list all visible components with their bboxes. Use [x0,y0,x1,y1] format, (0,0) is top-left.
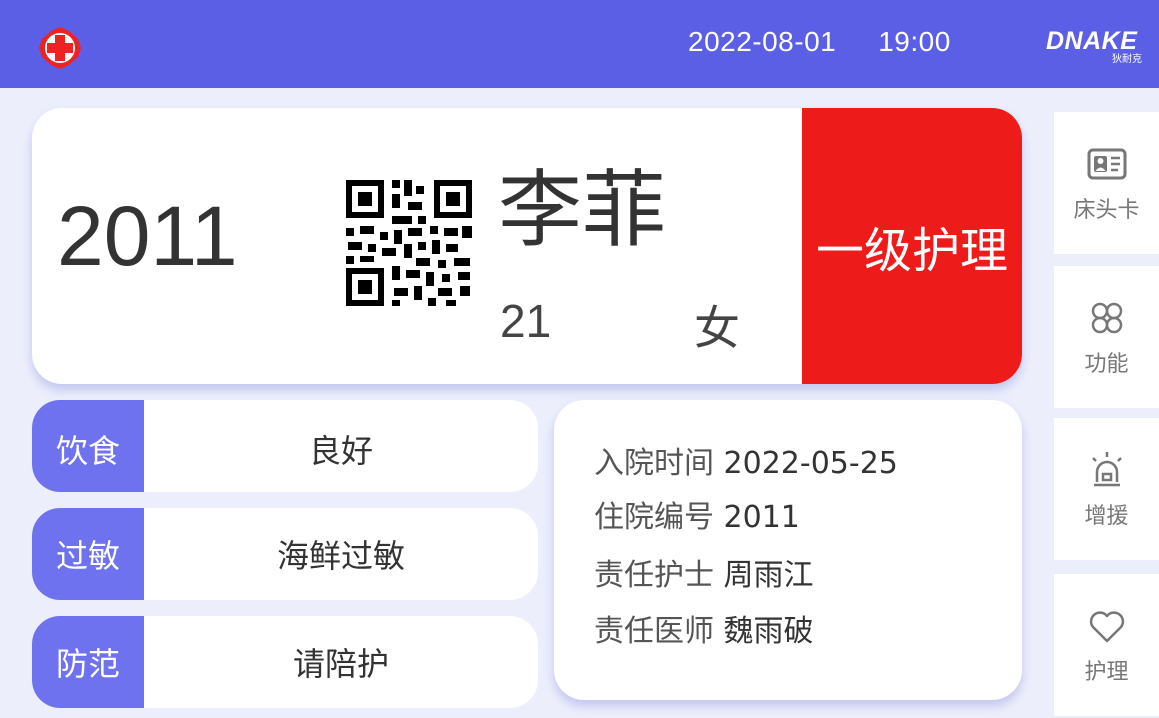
function-grid-icon [1091,302,1122,334]
record-number-line: 住院编号 2011 [594,492,800,536]
diet-row: 饮食 良好 [32,400,538,492]
red-cross-hospital-icon [39,27,81,69]
top-bar: 2022-08-01 19:00 DNAKE 狄耐克 [0,0,1159,88]
current-date: 2022-08-01 [688,26,837,57]
brand-logo: DNAKE 狄耐克 [1046,28,1146,66]
patient-gender: 女 [694,301,740,355]
responsible-doctor-line: 责任医师 魏雨破 [594,606,814,650]
record-number-label: 住院编号 [594,500,714,535]
side-nav-reinforcement[interactable]: 增援 [1054,418,1159,560]
responsible-doctor-value: 魏雨破 [723,614,814,649]
allergy-value: 海鲜过敏 [276,537,405,575]
responsible-nurse-line: 责任护士 周雨江 [594,550,814,594]
side-nav-nursing-label: 护理 [1084,660,1129,685]
brand-name: DNAKE [1046,27,1138,55]
admission-date-value: 2022-05-25 [723,446,898,481]
precaution-value: 请陪护 [292,645,389,683]
alarm-light-icon [1091,452,1122,487]
current-time: 19:00 [878,26,951,57]
patient-name: 李菲 [498,161,667,259]
patient-card: 2011 李菲 21 女 一级护理 [32,108,1022,384]
precaution-row: 防范 请陪护 [32,616,538,708]
admission-date-line: 入院时间 2022-05-25 [594,438,898,482]
diet-value: 良好 [308,432,373,470]
care-level-badge: 一级护理 [802,108,1022,384]
bed-number: 2011 [57,189,238,283]
qr-code-icon [342,176,476,310]
side-nav-bed-card-label: 床头卡 [1073,198,1140,223]
side-nav-nursing[interactable]: 护理 [1054,574,1159,716]
heart-icon [1089,611,1124,643]
side-nav-reinforcement-label: 增援 [1084,504,1129,529]
allergy-row: 过敏 海鲜过敏 [32,508,538,600]
brand-subtitle: 狄耐克 [1112,54,1142,65]
responsible-doctor-label: 责任医师 [594,614,714,649]
diet-label: 饮食 [32,400,144,492]
admission-date-label: 入院时间 [594,446,714,481]
side-nav-functions-label: 功能 [1084,352,1129,377]
precaution-label: 防范 [32,616,144,708]
patient-age: 21 [500,295,552,347]
datetime: 2022-08-01 19:00 [688,26,951,58]
side-nav-functions[interactable]: 功能 [1054,266,1159,408]
responsible-nurse-label: 责任护士 [594,558,714,593]
admission-details-card: 入院时间 2022-05-25 住院编号 2011 责任护士 周雨江 责任医师 … [554,400,1022,700]
responsible-nurse-value: 周雨江 [723,558,814,593]
side-nav-bed-card[interactable]: 床头卡 [1054,112,1159,254]
id-card-icon [1087,148,1126,180]
record-number-value: 2011 [723,500,800,535]
allergy-label: 过敏 [32,508,144,600]
